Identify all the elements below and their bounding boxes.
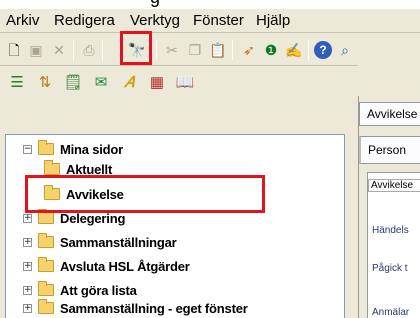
menu-bar: Arkiv Redigera Verktyg Fönster Hjälp [0, 9, 420, 33]
new-document-icon[interactable]: 🗋 [5, 41, 23, 59]
field-label: Händels [372, 225, 409, 236]
folder-icon [38, 299, 54, 314]
field-label: Pågick t [372, 263, 408, 274]
menu-fonster[interactable]: Fönster [193, 12, 244, 29]
title-text: g [150, 0, 160, 8]
tree-item-label: Sammanställningar [60, 234, 177, 250]
tree-item-att-gora[interactable]: + Att göra lista [23, 280, 137, 300]
tree-item-label: Sammanställning - eget fönster [60, 300, 248, 316]
expand-icon[interactable]: + [23, 261, 32, 271]
toolbar-separator [156, 40, 157, 60]
folder-icon [38, 257, 54, 272]
help-icon[interactable]: ? [314, 41, 332, 59]
mail-icon[interactable]: ✉ [92, 73, 110, 91]
font-icon[interactable]: 𝐴 [120, 73, 138, 91]
delete-icon[interactable]: ✕ [50, 41, 68, 59]
tree-root[interactable]: − Mina sidor [23, 139, 123, 159]
calendar-icon[interactable]: ▦ [148, 73, 166, 91]
sign-icon[interactable]: ✍ [285, 41, 303, 59]
menu-redigera[interactable]: Redigera [54, 12, 115, 29]
tree-item-sammanstallning-eget[interactable]: + Sammanställning - eget fönster [23, 298, 248, 318]
tab-avvikelse[interactable]: Avvikelse [359, 102, 420, 126]
tree-item-avsluta-hsl[interactable]: + Avsluta HSL Åtgärder [23, 256, 190, 276]
whats-this-icon[interactable]: ⌕ [336, 41, 354, 59]
folder-icon [38, 140, 54, 155]
tree-item-label: Att göra lista [60, 282, 137, 298]
pin-icon[interactable]: ➶ [240, 41, 258, 59]
paste-icon[interactable]: 📋 [209, 41, 227, 59]
expand-icon[interactable]: + [23, 237, 32, 247]
expand-icon[interactable]: + [23, 213, 32, 223]
toolbar-separator [232, 40, 233, 60]
folder-icon [44, 160, 60, 175]
tab-person[interactable]: Person [359, 136, 420, 164]
folder-icon [38, 209, 54, 224]
field-label: Anmälar [372, 307, 410, 318]
sort-icon[interactable]: ⇅ [36, 73, 54, 91]
expand-icon[interactable]: + [23, 285, 32, 295]
navigation-tree: − Mina sidor Aktuellt Avvikelse + Delege… [5, 134, 345, 318]
collapse-icon[interactable]: − [23, 144, 32, 154]
toolbar-separator [308, 40, 309, 60]
book-icon[interactable]: 📖 [176, 73, 195, 91]
tree-item-label: Avsluta HSL Åtgärder [60, 258, 190, 274]
folder-icon [38, 281, 54, 296]
folder-icon [38, 233, 54, 248]
expand-icon[interactable]: + [23, 303, 32, 313]
info-icon[interactable]: ❶ [262, 41, 280, 59]
detail-panel: Avvikelse Person Avvikelse Händels Pågic… [358, 96, 420, 318]
menu-arkiv[interactable]: Arkiv [6, 12, 39, 29]
note-icon[interactable]: 🗒 [63, 73, 82, 91]
menu-verktyg[interactable]: Verktyg [130, 12, 180, 29]
main-toolbar: 🗋 ▣ ✕ ⎙ 🔭 ✂ ❐ 📋 ➶ ❶ ✍ ? ⌕ [0, 34, 358, 66]
find-button-highlight [120, 31, 152, 65]
toolbar-separator [73, 40, 74, 60]
toolbar-separator [102, 40, 103, 60]
detail-content: Avvikelse Händels Pågick t Anmälar [367, 172, 420, 318]
cut-icon[interactable]: ✂ [163, 41, 181, 59]
print-icon[interactable]: ⎙ [80, 41, 98, 59]
tree-item-sammanstallningar[interactable]: + Sammanställningar [23, 232, 177, 252]
copy-icon[interactable]: ❐ [186, 41, 204, 59]
avvikelse-highlight [25, 175, 265, 213]
secondary-toolbar: ☰ ⇅ 🗒 ✉ 𝐴 ▦ 📖 [0, 67, 358, 99]
menu-hjalp[interactable]: Hjälp [256, 12, 290, 29]
title-bar: g [0, 0, 420, 9]
save-icon[interactable]: ▣ [27, 41, 45, 59]
list-icon[interactable]: ☰ [8, 73, 26, 91]
inner-tab-avvikelse[interactable]: Avvikelse [368, 179, 420, 192]
tree-root-label: Mina sidor [60, 141, 124, 157]
